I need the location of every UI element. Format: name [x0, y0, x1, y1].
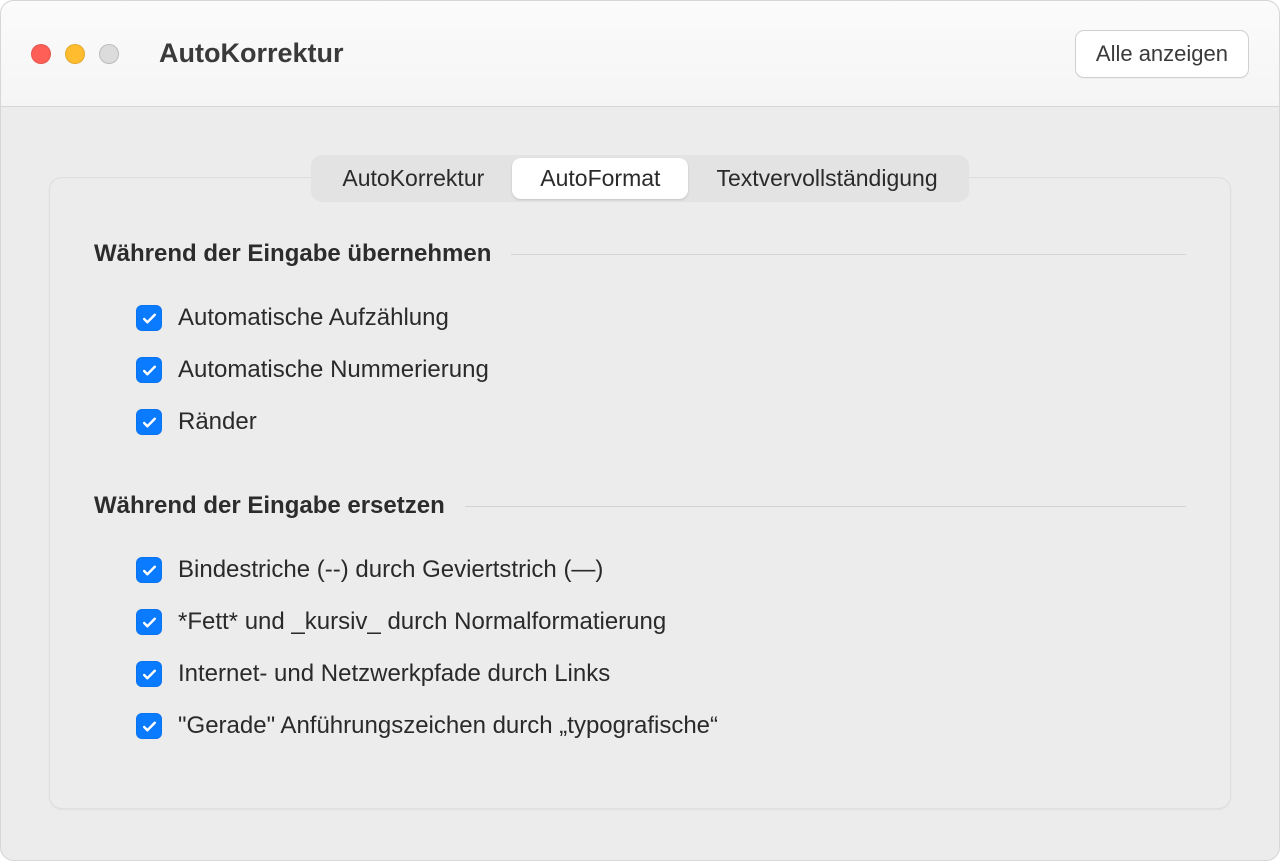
section-apply-as-you-type: Während der Eingabe übernehmen Automatis… — [94, 240, 1186, 448]
close-window-button[interactable] — [31, 44, 51, 64]
section-title: Während der Eingabe übernehmen — [94, 240, 491, 268]
checkbox-row-bold-italic: *Fett* und _kursiv_ durch Normalformatie… — [94, 596, 1186, 648]
minimize-window-button[interactable] — [65, 44, 85, 64]
checkbox-hyphens-emdash[interactable] — [136, 557, 162, 583]
checkmark-icon — [141, 414, 158, 431]
checkbox-label: "Gerade" Anführungszeichen durch „typogr… — [178, 712, 718, 740]
settings-panel: Während der Eingabe übernehmen Automatis… — [49, 177, 1231, 809]
section-header: Während der Eingabe ersetzen — [94, 492, 1186, 520]
checkmark-icon — [141, 614, 158, 631]
checkbox-row-auto-bullet: Automatische Aufzählung — [94, 292, 1186, 344]
traffic-lights — [31, 44, 119, 64]
section-divider — [511, 254, 1186, 255]
tab-strip: AutoKorrektur AutoFormat Textvervollstän… — [311, 155, 968, 202]
titlebar: AutoKorrektur Alle anzeigen — [1, 1, 1279, 107]
show-all-button[interactable]: Alle anzeigen — [1075, 30, 1249, 78]
tab-autokorrektur[interactable]: AutoKorrektur — [314, 158, 512, 199]
zoom-window-button — [99, 44, 119, 64]
checkmark-icon — [141, 310, 158, 327]
content-area: AutoKorrektur AutoFormat Textvervollstän… — [1, 107, 1279, 860]
checkbox-borders[interactable] — [136, 409, 162, 435]
checkbox-label: Automatische Aufzählung — [178, 304, 449, 332]
checkmark-icon — [141, 362, 158, 379]
checkbox-label: Bindestriche (--) durch Geviertstrich (—… — [178, 556, 603, 584]
checkbox-auto-bullet[interactable] — [136, 305, 162, 331]
checkbox-bold-italic[interactable] — [136, 609, 162, 635]
checkmark-icon — [141, 666, 158, 683]
checkbox-row-borders: Ränder — [94, 396, 1186, 448]
tab-textvervollstaendigung[interactable]: Textvervollständigung — [688, 158, 965, 199]
checkbox-row-smart-quotes: "Gerade" Anführungszeichen durch „typogr… — [94, 700, 1186, 752]
checkbox-auto-number[interactable] — [136, 357, 162, 383]
checkbox-label: *Fett* und _kursiv_ durch Normalformatie… — [178, 608, 666, 636]
checkmark-icon — [141, 718, 158, 735]
section-title: Während der Eingabe ersetzen — [94, 492, 445, 520]
checkbox-label: Internet- und Netzwerkpfade durch Links — [178, 660, 610, 688]
section-replace-as-you-type: Während der Eingabe ersetzen Bindestrich… — [94, 492, 1186, 752]
tab-autoformat[interactable]: AutoFormat — [512, 158, 688, 199]
window: AutoKorrektur Alle anzeigen AutoKorrektu… — [0, 0, 1280, 861]
checkbox-row-internet-links: Internet- und Netzwerkpfade durch Links — [94, 648, 1186, 700]
checkmark-icon — [141, 562, 158, 579]
section-divider — [465, 506, 1186, 507]
section-header: Während der Eingabe übernehmen — [94, 240, 1186, 268]
checkbox-label: Automatische Nummerierung — [178, 356, 489, 384]
checkbox-row-hyphens-emdash: Bindestriche (--) durch Geviertstrich (—… — [94, 544, 1186, 596]
checkbox-internet-links[interactable] — [136, 661, 162, 687]
checkbox-row-auto-number: Automatische Nummerierung — [94, 344, 1186, 396]
window-title: AutoKorrektur — [159, 38, 344, 69]
checkbox-smart-quotes[interactable] — [136, 713, 162, 739]
checkbox-label: Ränder — [178, 408, 257, 436]
